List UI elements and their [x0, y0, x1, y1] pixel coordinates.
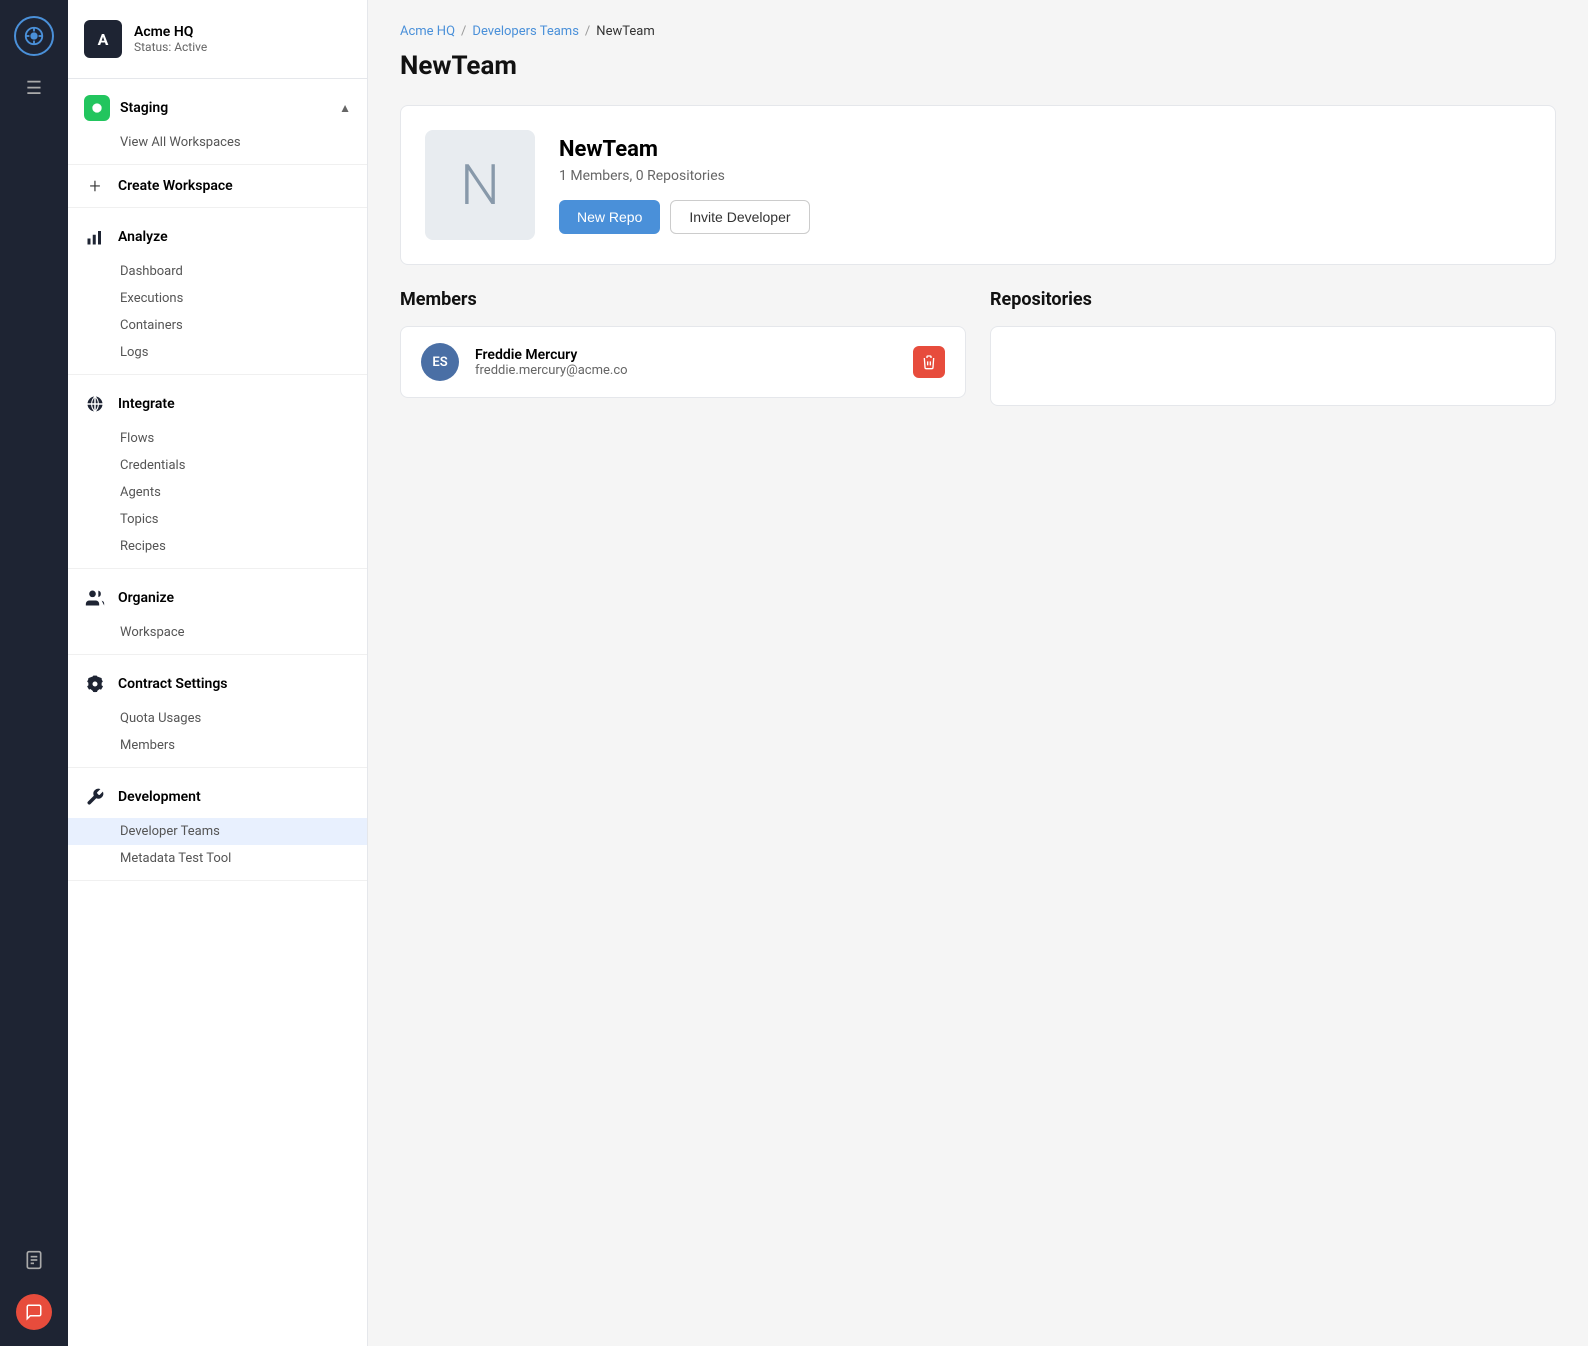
organize-label: Organize — [118, 590, 174, 606]
member-name: Freddie Mercury — [475, 347, 897, 363]
sidebar: A Acme HQ Status: Active Staging ▲ View … — [68, 0, 368, 1346]
development-label: Development — [118, 789, 201, 805]
logs-link[interactable]: Logs — [68, 339, 367, 366]
page-title: NewTeam — [400, 51, 1556, 81]
members-section-title: Members — [400, 289, 966, 310]
analyze-icon — [84, 226, 106, 248]
development-nav-item[interactable]: Development — [68, 776, 367, 818]
breadcrumb-acme-hq[interactable]: Acme HQ — [400, 24, 455, 39]
quota-usages-link[interactable]: Quota Usages — [68, 705, 367, 732]
repositories-section-title: Repositories — [990, 289, 1556, 310]
member-info: Freddie Mercury freddie.mercury@acme.co — [475, 347, 897, 378]
executions-link[interactable]: Executions — [68, 285, 367, 312]
team-info: NewTeam 1 Members, 0 Repositories New Re… — [559, 137, 810, 234]
breadcrumb-developers-teams[interactable]: Developers Teams — [472, 24, 579, 39]
invite-developer-button[interactable]: Invite Developer — [670, 200, 809, 234]
analyze-nav-item[interactable]: Analyze — [68, 216, 367, 258]
credentials-link[interactable]: Credentials — [68, 452, 367, 479]
new-repo-button[interactable]: New Repo — [559, 200, 660, 234]
team-meta: 1 Members, 0 Repositories — [559, 168, 810, 184]
staging-icon — [84, 95, 110, 121]
staging-label: Staging — [120, 100, 168, 116]
analyze-label: Analyze — [118, 229, 168, 245]
breadcrumb-sep-2: / — [585, 24, 590, 39]
organize-icon — [84, 587, 106, 609]
workspace-name: Acme HQ — [134, 24, 207, 40]
app-logo[interactable] — [14, 16, 54, 56]
contract-settings-nav-item[interactable]: Contract Settings — [68, 663, 367, 705]
create-workspace-label: Create Workspace — [118, 178, 233, 194]
topics-link[interactable]: Topics — [68, 506, 367, 533]
view-all-workspaces-link[interactable]: View All Workspaces — [68, 129, 367, 156]
recipes-link[interactable]: Recipes — [68, 533, 367, 560]
breadcrumb-sep-1: / — [461, 24, 466, 39]
agents-link[interactable]: Agents — [68, 479, 367, 506]
integrate-label: Integrate — [118, 396, 175, 412]
staging-chevron-icon: ▲ — [339, 101, 351, 115]
integrate-section: Integrate Flows Credentials Agents Topic… — [68, 375, 367, 569]
team-name: NewTeam — [559, 137, 810, 162]
development-section: Development Developer Teams Metadata Tes… — [68, 768, 367, 881]
document-icon-btn[interactable] — [16, 1242, 52, 1278]
plus-icon: + — [84, 175, 106, 197]
breadcrumb-current: NewTeam — [596, 24, 654, 39]
organize-section: Organize Workspace — [68, 569, 367, 655]
members-link[interactable]: Members — [68, 732, 367, 759]
icon-bar: ☰ — [0, 0, 68, 1346]
members-section: Members ES Freddie Mercury freddie.mercu… — [400, 289, 966, 406]
chat-icon-btn[interactable] — [16, 1294, 52, 1330]
breadcrumb: Acme HQ / Developers Teams / NewTeam — [400, 24, 1556, 39]
contract-settings-section: Contract Settings Quota Usages Members — [68, 655, 367, 768]
flows-link[interactable]: Flows — [68, 425, 367, 452]
workspace-link[interactable]: Workspace — [68, 619, 367, 646]
member-delete-button[interactable] — [913, 346, 945, 378]
team-logo: N — [425, 130, 535, 240]
contract-settings-label: Contract Settings — [118, 676, 228, 692]
contract-settings-icon — [84, 673, 106, 695]
repositories-section: Repositories — [990, 289, 1556, 406]
workspace-header: A Acme HQ Status: Active — [68, 0, 367, 79]
member-email: freddie.mercury@acme.co — [475, 363, 897, 378]
member-card: ES Freddie Mercury freddie.mercury@acme.… — [400, 326, 966, 398]
analyze-section: Analyze Dashboard Executions Containers … — [68, 208, 367, 375]
staging-section: Staging ▲ View All Workspaces — [68, 79, 367, 165]
hamburger-menu[interactable]: ☰ — [26, 80, 42, 98]
workspace-status: Status: Active — [134, 40, 207, 54]
member-avatar: ES — [421, 343, 459, 381]
workspace-avatar: A — [84, 20, 122, 58]
main-content: Acme HQ / Developers Teams / NewTeam New… — [368, 0, 1588, 1346]
staging-header[interactable]: Staging ▲ — [68, 87, 367, 129]
team-card: N NewTeam 1 Members, 0 Repositories New … — [400, 105, 1556, 265]
content-grid: Members ES Freddie Mercury freddie.mercu… — [400, 289, 1556, 406]
create-workspace-item[interactable]: + Create Workspace — [68, 165, 367, 208]
development-icon — [84, 786, 106, 808]
organize-nav-item[interactable]: Organize — [68, 577, 367, 619]
integrate-icon — [84, 393, 106, 415]
team-actions: New Repo Invite Developer — [559, 200, 810, 234]
developer-teams-link[interactable]: Developer Teams — [68, 818, 367, 845]
metadata-test-tool-link[interactable]: Metadata Test Tool — [68, 845, 367, 872]
containers-link[interactable]: Containers — [68, 312, 367, 339]
workspace-info: Acme HQ Status: Active — [134, 24, 207, 54]
integrate-nav-item[interactable]: Integrate — [68, 383, 367, 425]
dashboard-link[interactable]: Dashboard — [68, 258, 367, 285]
repo-list — [990, 326, 1556, 406]
